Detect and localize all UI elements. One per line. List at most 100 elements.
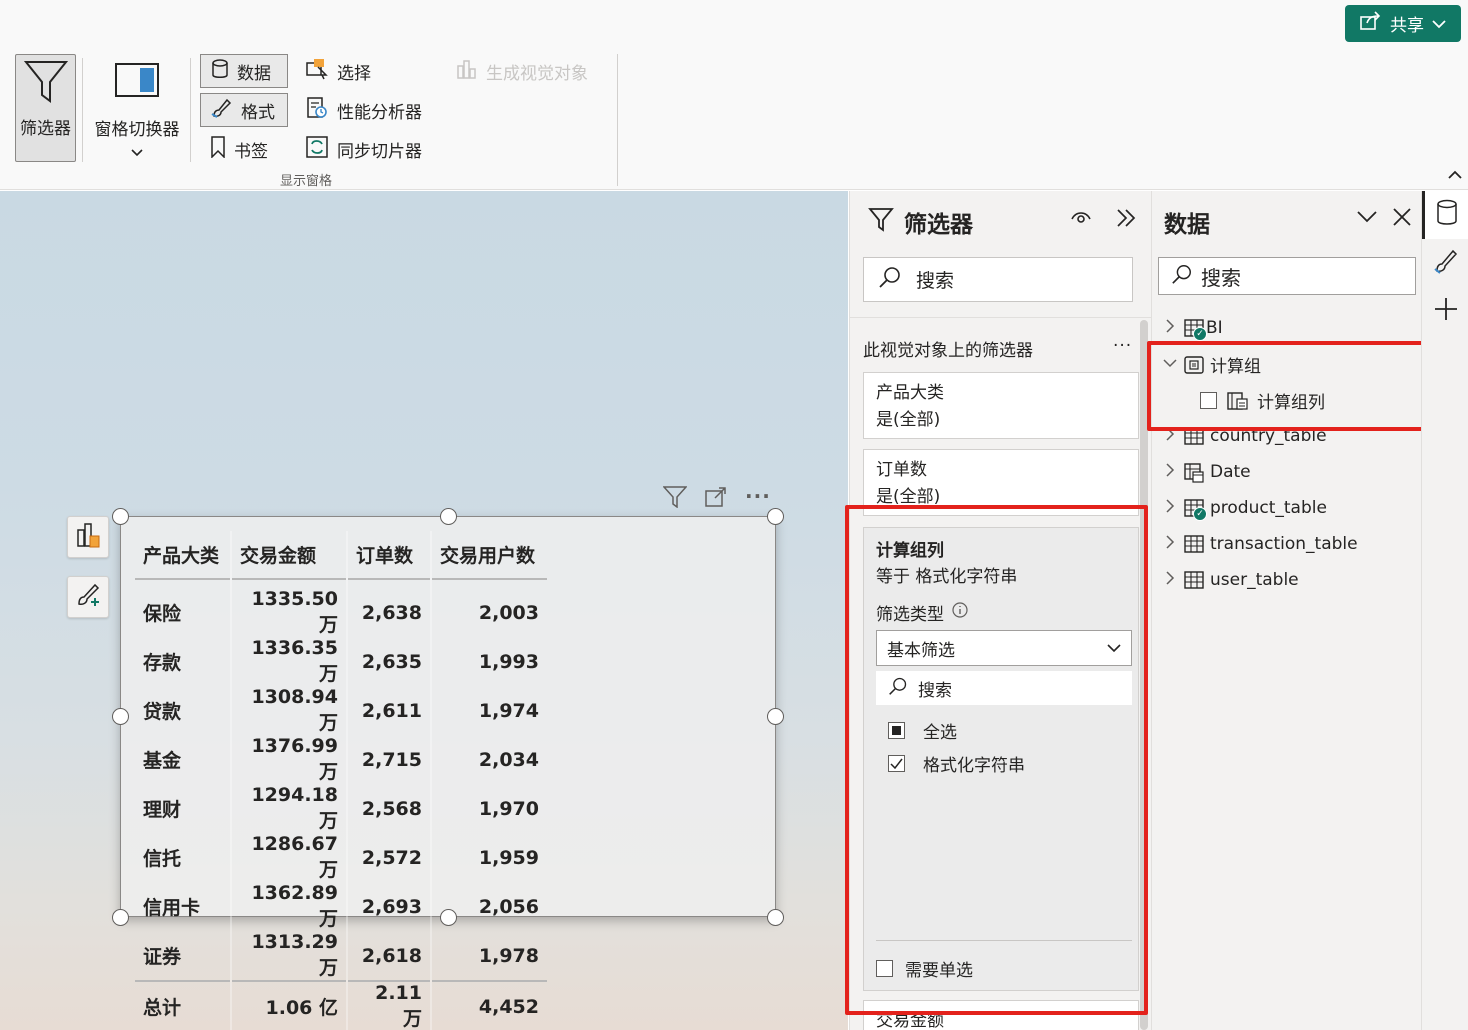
search-icon	[888, 676, 908, 701]
tree-item-date[interactable]: Date	[1162, 454, 1417, 490]
info-icon[interactable]	[952, 602, 968, 623]
close-icon[interactable]	[1392, 207, 1412, 231]
tree-item-label: user_table	[1210, 570, 1299, 590]
tree-item-country-table[interactable]: country_table	[1162, 418, 1417, 454]
resize-handle[interactable]	[440, 909, 457, 926]
data-pane-button[interactable]: 数据	[200, 54, 288, 88]
cell: 基金	[135, 735, 232, 784]
filter-card[interactable]: 交易金额	[863, 1000, 1139, 1030]
cell: 2,638	[347, 579, 432, 637]
value-search-input[interactable]: 搜索	[876, 671, 1132, 705]
cell: 1,978	[478, 944, 539, 967]
filter-card[interactable]: 订单数 是(全部)	[863, 449, 1139, 516]
more-options-icon[interactable]: ...	[1113, 331, 1132, 351]
field-checkbox[interactable]	[1200, 391, 1217, 409]
generate-visual-button[interactable]: 生成视觉对象	[446, 54, 596, 88]
performance-analyzer-button[interactable]: 性能分析器	[295, 93, 430, 127]
cell: 2,715	[347, 735, 432, 784]
column-header[interactable]: 交易金额	[231, 531, 348, 579]
tree-item-label: 计算组	[1210, 356, 1261, 377]
tree-item-user-table[interactable]: user_table	[1162, 562, 1417, 598]
column-header[interactable]: 交易用户数	[431, 531, 547, 579]
resize-handle[interactable]	[440, 508, 457, 525]
filter-search-input[interactable]: 搜索	[863, 257, 1133, 302]
visual-filter-icon[interactable]	[662, 486, 688, 513]
filter-state: 是(全部)	[876, 487, 941, 507]
resize-handle[interactable]	[112, 909, 129, 926]
select-all-checkbox[interactable]	[888, 722, 905, 739]
tree-item-calc-group[interactable]: 计算组	[1162, 346, 1417, 382]
chevron-right-icon[interactable]	[1162, 318, 1178, 338]
tree-item-calc-column[interactable]: 计算组列	[1162, 382, 1417, 418]
select-all-row[interactable]: 全选	[888, 718, 957, 743]
resize-handle[interactable]	[112, 708, 129, 725]
filter-option-row[interactable]: 格式化字符串	[888, 751, 1025, 776]
chevron-down-icon[interactable]	[1356, 209, 1378, 229]
resize-handle[interactable]	[767, 508, 784, 525]
table-visual[interactable]: 产品大类 交易金额 订单数 交易用户数 保险 1335.50 万 2,638 2…	[120, 516, 776, 1030]
table-icon: ✓	[1184, 499, 1207, 521]
format-visual-button[interactable]	[67, 576, 109, 618]
table-row: 证券 1313.29 万 2,618 1,978	[135, 931, 547, 981]
format-pane-button[interactable]: 格式	[200, 93, 288, 127]
filter-card[interactable]: 产品大类 是(全部)	[863, 372, 1139, 439]
focus-mode-icon[interactable]	[705, 486, 727, 513]
resize-handle[interactable]	[767, 909, 784, 926]
share-button[interactable]: 共享	[1345, 5, 1461, 42]
active-filter-card[interactable]: 计算组列 等于 格式化字符串 筛选类型 基本筛选 搜索 全选 格式化字符串 需要…	[863, 527, 1139, 991]
require-single-row[interactable]: 需要单选	[876, 956, 973, 981]
add-pane-button[interactable]	[1422, 287, 1468, 335]
plus-icon	[1433, 296, 1459, 326]
cell: 1335.50 万	[231, 579, 348, 637]
table-total-row: 总计 1.06 亿 2.11 万 4,452	[135, 981, 547, 1030]
table-header-row: 产品大类 交易金额 订单数 交易用户数	[135, 531, 547, 579]
tree-item-transaction-table[interactable]: transaction_table	[1162, 526, 1417, 562]
chevron-down-icon[interactable]	[1162, 356, 1178, 372]
more-options-icon[interactable]: ···	[745, 484, 771, 508]
chevron-right-icon[interactable]	[1162, 570, 1178, 590]
eye-icon[interactable]	[1070, 209, 1092, 229]
chevron-right-icon[interactable]	[1162, 498, 1178, 518]
cell: 证券	[135, 931, 232, 981]
filter-field-name: 交易金额	[876, 1011, 944, 1030]
filter-pane-scrollbar[interactable]	[1140, 320, 1148, 1030]
option-checkbox[interactable]	[888, 755, 905, 772]
option-label: 格式化字符串	[923, 756, 1025, 776]
pane-switcher-button[interactable]: 窗格切换器	[89, 54, 185, 162]
filter-type-value: 基本筛选	[887, 640, 955, 661]
sync-slicers-icon	[305, 135, 329, 164]
format-pane-tab[interactable]	[1422, 239, 1468, 287]
tree-item-bi[interactable]: ✓ BI	[1162, 310, 1417, 346]
cell: 1376.99 万	[231, 735, 348, 784]
cell: 2,034	[478, 748, 539, 771]
chevron-right-icon[interactable]	[1162, 534, 1178, 554]
data-pane-tab[interactable]	[1422, 191, 1468, 239]
share-icon	[1360, 11, 1382, 36]
group-label: 显示窗格	[280, 174, 333, 189]
resize-handle[interactable]	[767, 708, 784, 725]
chevron-right-icon[interactable]	[1162, 462, 1178, 482]
cell: 1362.89 万	[231, 882, 348, 931]
filter-icon	[868, 206, 894, 238]
data-pane-title: 数据	[1164, 212, 1210, 238]
data-search-input[interactable]: 搜索	[1158, 257, 1416, 295]
tree-item-product-table[interactable]: ✓ product_table	[1162, 490, 1417, 526]
collapse-ribbon-icon[interactable]	[1448, 168, 1462, 184]
date-table-icon	[1184, 463, 1204, 483]
require-single-checkbox[interactable]	[876, 960, 893, 977]
sync-slicers-button[interactable]: 同步切片器	[295, 132, 430, 166]
collapse-pane-icon[interactable]	[1115, 207, 1137, 233]
cell: 2,693	[347, 882, 432, 931]
filter-pane-toggle[interactable]: 筛选器	[15, 54, 76, 162]
resize-handle[interactable]	[112, 508, 129, 525]
column-header[interactable]: 订单数	[347, 531, 432, 579]
column-header[interactable]: 产品大类	[135, 531, 232, 579]
selection-button[interactable]: 选择	[295, 54, 379, 88]
bookmark-button[interactable]: 书签	[200, 132, 288, 166]
tree-item-label: transaction_table	[1210, 534, 1358, 554]
chevron-right-icon[interactable]	[1162, 426, 1178, 446]
filter-type-select[interactable]: 基本筛选	[876, 630, 1132, 666]
table-icon	[1184, 535, 1204, 553]
build-visual-button[interactable]	[67, 516, 109, 558]
cell: 2,618	[347, 931, 432, 981]
